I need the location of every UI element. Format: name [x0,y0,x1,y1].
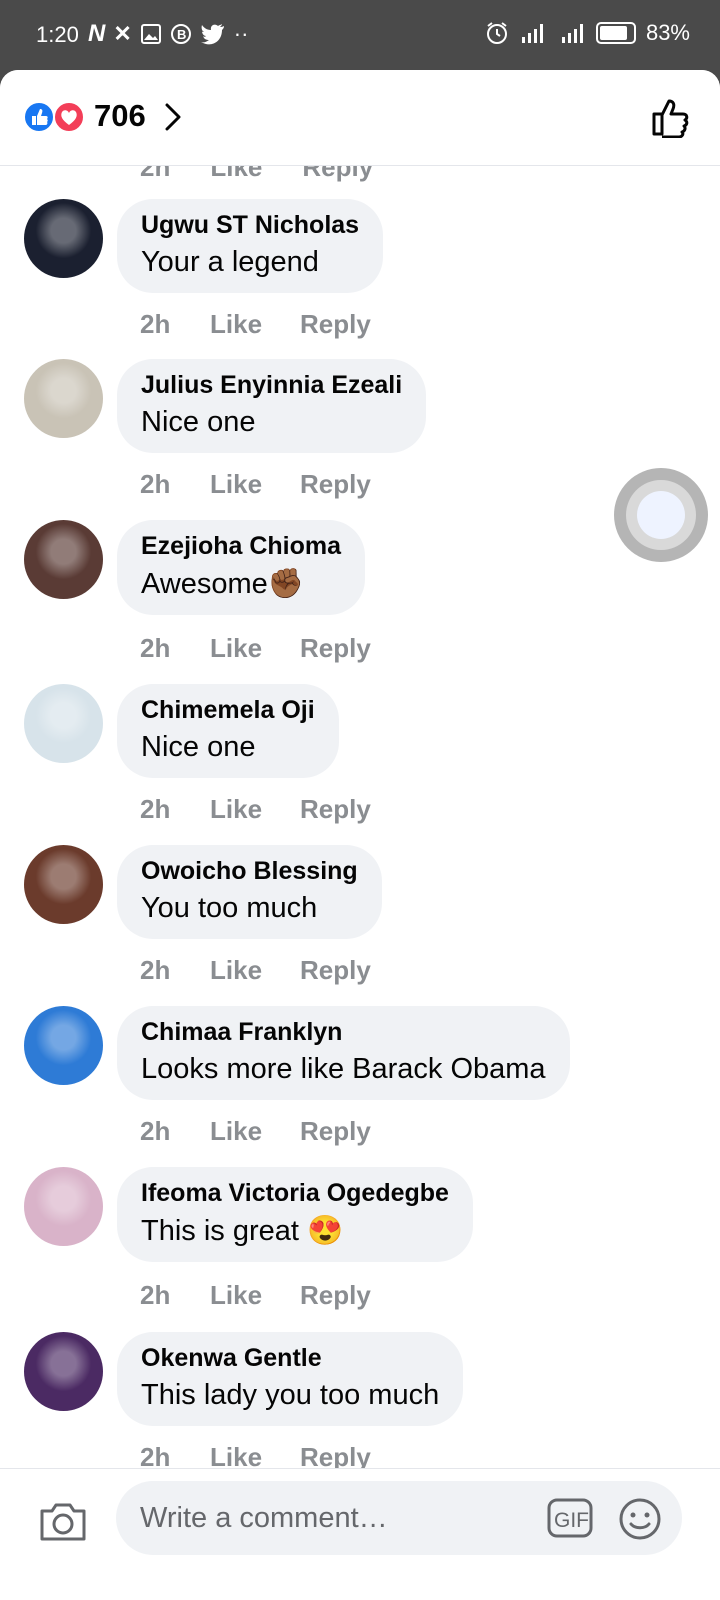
reply-link[interactable]: Reply [300,633,371,664]
twitter-icon [200,24,224,45]
avatar[interactable] [24,359,103,438]
avatar[interactable] [24,1006,103,1085]
comment-bubble[interactable]: Owoicho Blessing You too much [117,845,382,939]
status-bar: 1:20 N ✕ B ·· 83% [0,0,720,72]
comment-bubble[interactable]: Chimaa Franklyn Looks more like Barack Ob… [117,1006,570,1100]
comment-input[interactable] [138,1495,522,1541]
like-link[interactable]: Like [210,794,300,825]
like-link[interactable]: Like [210,633,300,664]
commenter-name[interactable]: Okenwa Gentle [141,1344,439,1373]
comment-bubble[interactable]: Ifeoma Victoria Ogedegbe This is great 😍 [117,1167,473,1262]
comment-text: This lady you too much [141,1379,440,1411]
emoji-icon[interactable] [618,1497,662,1541]
commenter-name[interactable]: Julius Enyinnia Ezeali [141,371,402,400]
comment-time: 2h [140,309,171,339]
svg-text:B: B [177,27,186,42]
battery-percent: 83% [645,20,690,45]
comment-bubble[interactable]: Ezejioha Chioma Awesome✊🏾 [117,520,366,615]
x-icon: ✕ [113,21,132,46]
signal-icon-1 [521,24,543,43]
like-link[interactable]: Like [210,469,300,500]
comment-composer: GIF [0,1468,720,1600]
comment-text: Looks more like Barack Obama [141,1053,546,1085]
like-link[interactable]: Like [210,1280,300,1311]
comment-actions: 2h Like Reply [140,955,371,986]
battery-fill [599,26,627,40]
like-link[interactable]: Like [210,955,300,986]
comment-text: This is great 😍 [141,1215,344,1247]
reply-link[interactable]: Reply [300,955,371,986]
comment-time: 2h [140,469,171,499]
reply-link[interactable]: Reply [300,309,371,340]
reaction-icons [23,101,85,133]
avatar[interactable] [24,845,103,924]
comment-text: You too much [141,892,318,924]
reply-link[interactable]: Reply [300,1116,371,1147]
comment-text: Your a legend [141,246,319,278]
comment-time: 2h [140,955,171,985]
comment-bubble[interactable]: Ugwu ST Nicholas Your a legend [117,199,384,293]
comment-input-container[interactable]: GIF [116,1481,682,1555]
reply-link[interactable]: Reply [300,469,371,500]
avatar[interactable] [24,1167,103,1246]
thumbs-up-icon[interactable] [650,96,692,138]
like-link[interactable]: Like [210,1116,300,1147]
comments-sheet: 706 2h Like Reply Ugwu ST Nicholas Your a… [0,70,720,1600]
comment-time: 2h [140,1116,171,1146]
camera-icon[interactable] [38,1499,88,1543]
reply-link[interactable]: Reply [300,1280,371,1311]
comment-actions: 2h Like Reply [140,469,371,500]
status-time: 1:20 [36,22,79,47]
commenter-name[interactable]: Ifeoma Victoria Ogedegbe [141,1179,449,1208]
reply-link[interactable]: Reply [300,794,371,825]
comment-bubble[interactable]: Okenwa Gentle This lady you too much [117,1332,464,1426]
like-link[interactable]: Like [210,309,300,340]
b-app-icon: B [170,24,191,44]
chevron-right-icon[interactable] [162,102,184,132]
commenter-name[interactable]: Chimaa Franklyn [141,1018,546,1047]
commenter-name[interactable]: Ugwu ST Nicholas [141,211,359,240]
avatar[interactable] [24,1332,103,1411]
comment-time: 2h [140,633,171,663]
avatar[interactable] [24,520,103,599]
commenter-name[interactable]: Chimemela Oji [141,696,315,725]
comment-text: Nice one [141,731,256,763]
netflix-icon: N [88,20,106,47]
comment-actions: 2h Like Reply [140,633,371,664]
reactions-header[interactable]: 706 [0,70,720,166]
notification-icons: N ✕ B ·· [88,20,248,48]
avatar[interactable] [24,199,103,278]
comment-bubble[interactable]: Julius Enyinnia Ezeali Nice one [117,359,427,453]
comment-text: Nice one [141,406,256,438]
comment-actions: 2h Like Reply [140,1116,371,1147]
love-reaction-icon [53,101,85,133]
battery-icon [595,22,636,44]
commenter-name[interactable]: Owoicho Blessing [141,857,358,886]
comment-text: Awesome✊🏾 [141,568,304,600]
avatar[interactable] [24,684,103,763]
alarm-icon [486,22,507,44]
svg-text:GIF: GIF [554,1509,589,1532]
comment-bubble[interactable]: Chimemela Oji Nice one [117,684,339,778]
status-right: 83% [484,20,690,46]
reaction-count[interactable]: 706 [94,98,146,134]
comment-time: 2h [140,1280,171,1310]
gallery-icon [140,24,161,44]
floating-assistive-button[interactable] [614,468,708,562]
comment-time: 2h [140,794,171,824]
gif-icon[interactable]: GIF [546,1497,594,1539]
like-reaction-icon [23,101,55,133]
commenter-name[interactable]: Ezejioha Chioma [141,532,341,561]
signal-icon-2 [561,24,583,43]
comment-actions: 2h Like Reply [140,1280,371,1311]
comment-actions: 2h Like Reply [140,309,371,340]
more-notifications-icon: ·· [233,21,249,46]
comment-actions: 2h Like Reply [140,794,371,825]
